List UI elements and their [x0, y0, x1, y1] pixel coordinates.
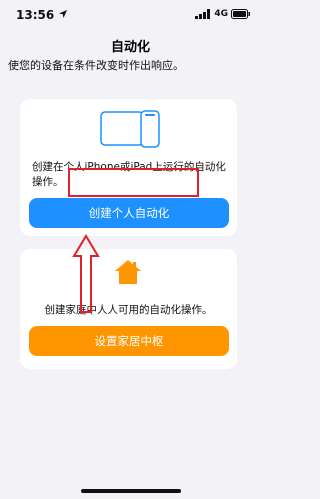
iphone-ipad-icon — [100, 110, 160, 148]
intro-text: 使您的设备在条件改变时作出响应。 — [8, 59, 184, 72]
annotation-up-arrow-icon — [72, 234, 100, 313]
home-automation-card: 创建家庭中人人可用的自动化操作。 设置家居中枢 — [20, 249, 237, 369]
location-arrow-icon — [59, 10, 67, 18]
status-bar: 13:56 4G — [0, 0, 261, 26]
home-icon — [115, 260, 141, 284]
annotation-highlight-box — [68, 168, 199, 197]
home-indicator — [81, 489, 181, 493]
create-personal-automation-button[interactable]: 创建个人自动化 — [29, 198, 229, 228]
signal-strength-icon — [195, 9, 211, 19]
battery-icon — [231, 9, 250, 19]
page-title: 自动化 — [110, 40, 150, 55]
status-time: 13:56 — [16, 8, 55, 22]
network-type: 4G — [214, 9, 228, 19]
home-card-description: 创建家庭中人人可用的自动化操作。 — [44, 304, 213, 316]
setup-home-hub-button[interactable]: 设置家居中枢 — [29, 326, 229, 356]
